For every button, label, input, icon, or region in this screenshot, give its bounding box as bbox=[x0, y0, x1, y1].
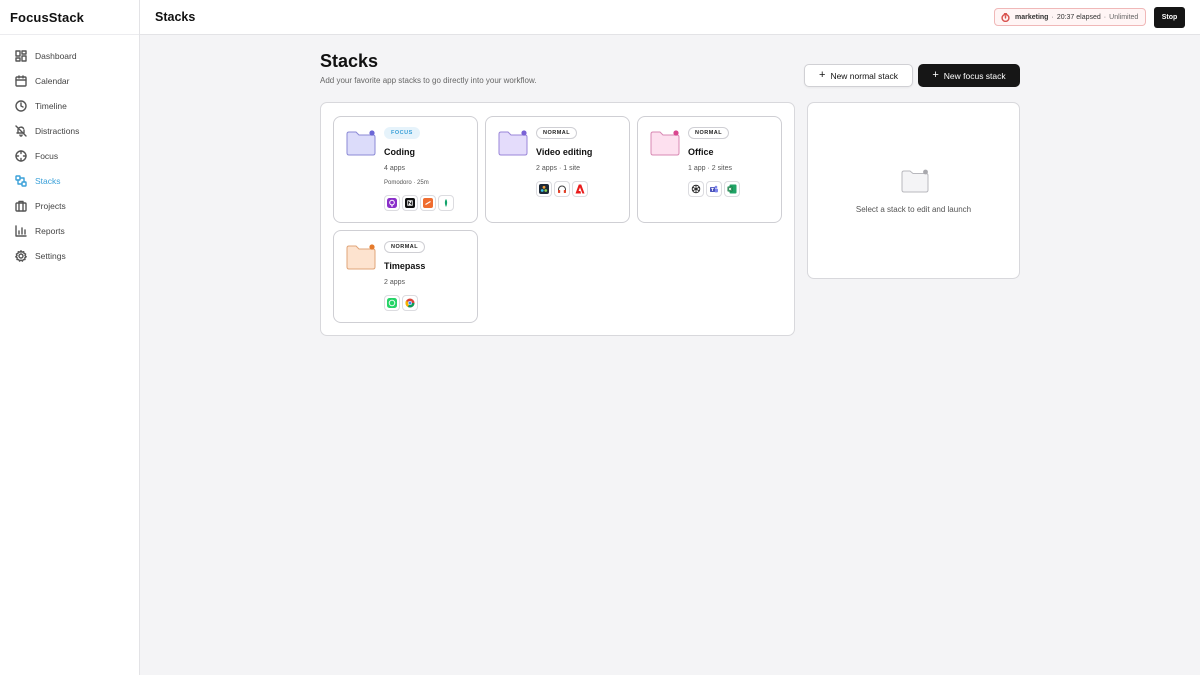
timer-icon bbox=[1001, 12, 1010, 22]
stack-type-badge: NORMAL bbox=[384, 241, 426, 253]
sublime-icon bbox=[420, 195, 436, 211]
sidebar-item-focus[interactable]: Focus bbox=[0, 143, 139, 168]
stack-detail-panel: Select a stack to edit and launch bbox=[807, 102, 1020, 279]
stack-meta: 2 apps · 1 site bbox=[536, 165, 580, 172]
stack-name: Office bbox=[688, 147, 714, 157]
sidebar-item-label: Calendar bbox=[35, 75, 70, 86]
stack-card-video-editing[interactable]: NORMAL Video editing 2 apps · 1 site bbox=[485, 116, 630, 223]
excel-icon bbox=[724, 181, 740, 197]
new-normal-stack-button[interactable]: + New normal stack bbox=[804, 64, 913, 87]
chatgpt-icon bbox=[688, 181, 704, 197]
sidebar-item-label: Stacks bbox=[35, 175, 61, 186]
topbar: Stacks marketing · 20:37 elapsed · Unlim… bbox=[140, 0, 1200, 35]
stack-card-timepass[interactable]: NORMAL Timepass 2 apps bbox=[333, 230, 478, 323]
sidebar-nav: Dashboard Calendar Timeline Distractions… bbox=[0, 35, 139, 268]
separator: · bbox=[1051, 13, 1054, 21]
plus-icon: + bbox=[932, 69, 939, 81]
folder-icon bbox=[346, 244, 376, 270]
empty-state-text: Select a stack to edit and launch bbox=[855, 205, 972, 214]
gear-icon bbox=[15, 249, 27, 262]
davinci-icon bbox=[536, 181, 552, 197]
headphones-icon bbox=[554, 181, 570, 197]
sidebar-item-label: Dashboard bbox=[35, 50, 77, 61]
folder-icon bbox=[346, 130, 376, 156]
stack-meta: 1 app · 2 sites bbox=[688, 165, 732, 172]
stack-app-icons bbox=[384, 295, 420, 311]
sidebar-item-label: Settings bbox=[35, 250, 66, 261]
sidebar-item-projects[interactable]: Projects bbox=[0, 193, 139, 218]
stack-timer: Pomodoro · 25m bbox=[384, 180, 429, 186]
whatsapp-icon bbox=[384, 295, 400, 311]
page-subtitle: Add your favorite app stacks to go direc… bbox=[320, 76, 537, 85]
teams-icon bbox=[706, 181, 722, 197]
session-limit: Unlimited bbox=[1109, 13, 1139, 21]
stack-app-icons bbox=[688, 181, 742, 197]
calendar-icon bbox=[15, 74, 27, 87]
stack-meta: 4 apps bbox=[384, 165, 406, 172]
button-label: New normal stack bbox=[830, 70, 898, 81]
stack-card-coding[interactable]: FOCUS Coding 4 apps Pomodoro · 25m bbox=[333, 116, 478, 223]
sidebar-item-label: Projects bbox=[35, 200, 66, 211]
stack-card-office[interactable]: NORMAL Office 1 app · 2 sites bbox=[637, 116, 782, 223]
focus-icon bbox=[15, 149, 27, 162]
sketch-icon bbox=[438, 195, 454, 211]
sidebar-item-label: Focus bbox=[35, 150, 59, 161]
chrome-icon bbox=[402, 295, 418, 311]
folder-icon bbox=[901, 169, 929, 193]
sidebar-item-reports[interactable]: Reports bbox=[0, 218, 139, 243]
sidebar-item-label: Reports bbox=[35, 225, 65, 236]
session-elapsed: 20:37 elapsed bbox=[1056, 13, 1101, 21]
folder-icon bbox=[498, 130, 528, 156]
bell-off-icon bbox=[15, 124, 27, 137]
sidebar-item-calendar[interactable]: Calendar bbox=[0, 68, 139, 93]
stack-app-icons bbox=[384, 195, 456, 211]
stack-type-badge: FOCUS bbox=[384, 127, 420, 139]
stop-button[interactable]: Stop bbox=[1154, 7, 1185, 28]
sidebar-item-distractions[interactable]: Distractions bbox=[0, 118, 139, 143]
session-name: marketing bbox=[1015, 13, 1049, 21]
stack-name: Timepass bbox=[384, 261, 426, 271]
stack-type-badge: NORMAL bbox=[688, 127, 730, 139]
app-logo: FocusStack bbox=[0, 0, 139, 35]
sidebar-item-label: Distractions bbox=[35, 125, 80, 136]
stack-name: Coding bbox=[384, 147, 415, 157]
stacks-panel: FOCUS Coding 4 apps Pomodoro · 25m NORMA… bbox=[320, 102, 795, 336]
sidebar-item-timeline[interactable]: Timeline bbox=[0, 93, 139, 118]
notion-icon bbox=[402, 195, 418, 211]
stacks-icon bbox=[15, 174, 27, 187]
folder-icon bbox=[650, 130, 680, 156]
stack-app-icons bbox=[536, 181, 590, 197]
stack-meta: 2 apps bbox=[384, 279, 406, 286]
adobe-icon bbox=[572, 181, 588, 197]
plus-icon: + bbox=[819, 69, 826, 81]
new-focus-stack-button[interactable]: + New focus stack bbox=[918, 64, 1020, 87]
sidebar-item-dashboard[interactable]: Dashboard bbox=[0, 43, 139, 68]
clock-icon bbox=[15, 99, 27, 112]
separator: · bbox=[1103, 13, 1107, 21]
sidebar-item-settings[interactable]: Settings bbox=[0, 243, 139, 268]
stack-name: Video editing bbox=[536, 147, 593, 157]
page-title: Stacks bbox=[320, 51, 379, 71]
projects-icon bbox=[15, 200, 27, 212]
podcast-app-icon bbox=[384, 195, 400, 211]
topbar-title: Stacks bbox=[155, 10, 196, 24]
button-label: New focus stack bbox=[943, 70, 1006, 81]
session-indicator[interactable]: marketing · 20:37 elapsed · Unlimited bbox=[994, 8, 1147, 26]
dashboard-icon bbox=[15, 49, 27, 62]
sidebar-item-label: Timeline bbox=[35, 100, 67, 111]
sidebar: FocusStack Dashboard Calendar Timeline D… bbox=[0, 0, 140, 675]
chart-icon bbox=[15, 224, 27, 237]
sidebar-item-stacks[interactable]: Stacks bbox=[0, 168, 139, 193]
stack-type-badge: NORMAL bbox=[536, 127, 578, 139]
